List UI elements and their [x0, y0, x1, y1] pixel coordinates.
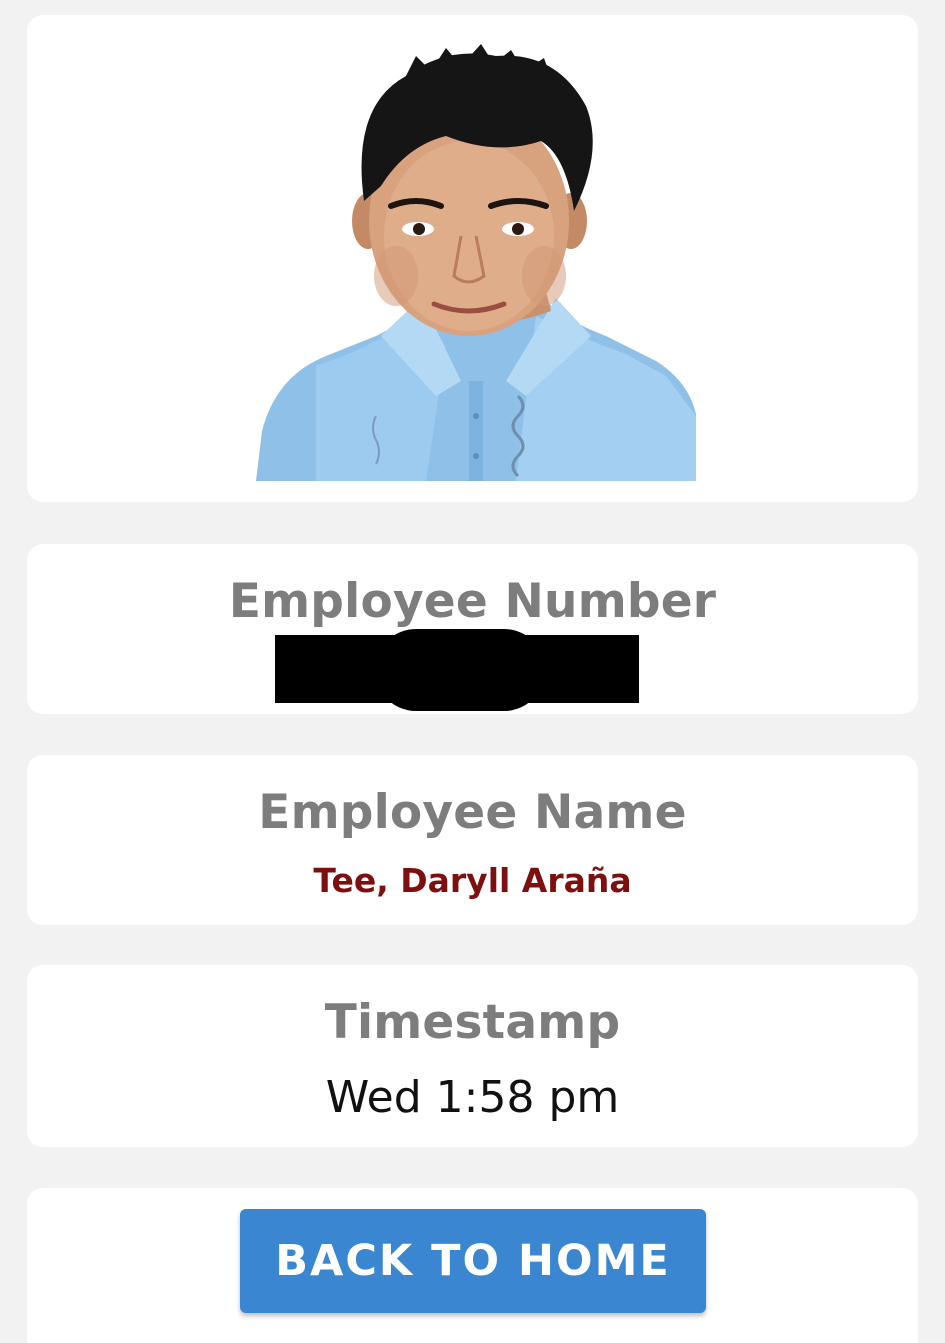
employee-name-value: Tee, Daryll Araña [313, 861, 632, 900]
attendance-confirmation-page: Employee Number Employee Name Tee, Daryl… [0, 0, 945, 1343]
employee-number-redaction [275, 629, 639, 711]
actions-card: BACK TO HOME [27, 1188, 918, 1343]
employee-number-card: Employee Number [27, 544, 918, 714]
employee-name-card: Employee Name Tee, Daryll Araña [27, 755, 918, 925]
employee-photo [256, 36, 696, 481]
timestamp-value: Wed 1:58 pm [325, 1072, 620, 1123]
photo-card [27, 15, 918, 502]
employee-number-label: Employee Number [228, 574, 717, 629]
back-to-home-button[interactable]: BACK TO HOME [240, 1209, 706, 1313]
employee-name-label: Employee Name [258, 785, 687, 840]
timestamp-label: Timestamp [324, 995, 621, 1050]
timestamp-card: Timestamp Wed 1:58 pm [27, 965, 918, 1147]
